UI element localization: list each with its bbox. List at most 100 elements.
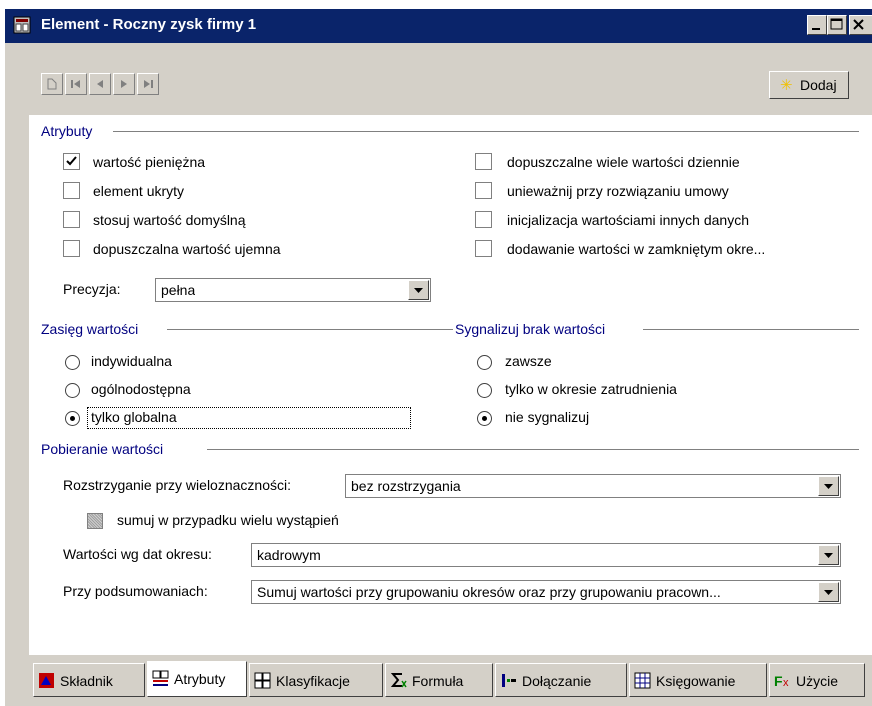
- chevron-down-icon: [824, 590, 833, 595]
- radio-no-signal[interactable]: [477, 411, 492, 426]
- checkbox-allow-negative[interactable]: [63, 240, 80, 257]
- checkbox-add-closed-period[interactable]: [475, 240, 492, 257]
- label-hidden-element: element ukryty: [93, 183, 185, 199]
- usage-icon: Fx: [774, 673, 789, 689]
- title-bar[interactable]: Element - Roczny zysk firmy 1: [5, 9, 872, 43]
- label-void-on-termination: unieważnij przy rozwiązaniu umowy: [507, 183, 729, 199]
- minimize-icon: [812, 28, 820, 30]
- window-title: Element - Roczny zysk firmy 1: [41, 16, 257, 33]
- summary-value: Sumuj wartości przy grupowaniu okresów o…: [257, 584, 721, 600]
- checkbox-sum-occurrences: [87, 513, 103, 529]
- close-button[interactable]: [849, 15, 872, 35]
- radio-global-only[interactable]: [65, 411, 80, 426]
- summary-label: Przy podsumowaniach:: [63, 583, 208, 599]
- precision-label: Precyzja:: [63, 281, 121, 297]
- label-monetary-value: wartość pieniężna: [93, 154, 206, 170]
- checkbox-monetary-value[interactable]: [63, 153, 80, 170]
- tab-label: Składnik: [60, 673, 113, 689]
- section-title-retrieval: Pobieranie wartości: [41, 441, 170, 457]
- radio-employment-period[interactable]: [477, 383, 492, 398]
- next-icon: [121, 80, 127, 88]
- separator: [167, 329, 453, 331]
- separator: [643, 329, 859, 331]
- label-no-signal: nie sygnalizuj: [505, 409, 590, 425]
- checkbox-use-default[interactable]: [63, 211, 80, 228]
- add-button[interactable]: ✳ Dodaj: [769, 71, 849, 99]
- chevron-down-icon: [824, 553, 833, 558]
- last-record-icon: [144, 80, 153, 88]
- dates-select[interactable]: kadrowym: [251, 543, 841, 567]
- app-icon: [13, 16, 31, 34]
- tab-component[interactable]: Składnik: [33, 663, 145, 697]
- section-title-scope: Zasięg wartości: [41, 321, 145, 337]
- dates-dropdown-button[interactable]: [818, 545, 839, 565]
- tab-attach[interactable]: Dołączanie: [495, 663, 627, 697]
- checkbox-void-on-termination[interactable]: [475, 182, 492, 199]
- sparkle-icon: ✳: [780, 77, 793, 94]
- new-record-icon: [47, 78, 57, 90]
- dates-label: Wartości wg dat okresu:: [63, 546, 212, 562]
- tab-classification[interactable]: Klasyfikacje: [249, 663, 383, 697]
- label-global-only: tylko globalna: [91, 409, 177, 425]
- toolbar: ✳ Dodaj: [5, 43, 872, 105]
- tab-label: Atrybuty: [174, 671, 226, 687]
- last-record-button[interactable]: [137, 73, 159, 95]
- svg-text:x: x: [783, 677, 789, 689]
- tab-label: Księgowanie: [656, 673, 736, 689]
- chevron-down-icon: [824, 484, 833, 489]
- tab-formula[interactable]: Formuła: [385, 663, 493, 697]
- tab-bar: Składnik Atrybuty Klasyfikacje Formuła D…: [29, 661, 872, 699]
- separator: [113, 131, 859, 133]
- tab-usage[interactable]: Fx Użycie: [769, 663, 865, 697]
- label-multiple-daily: dopuszczalne wiele wartości dziennie: [507, 154, 740, 170]
- separator: [207, 449, 859, 451]
- label-use-default: stosuj wartość domyślną: [93, 212, 246, 228]
- tab-accounting[interactable]: Księgowanie: [629, 663, 767, 697]
- checkbox-hidden-element[interactable]: [63, 182, 80, 199]
- attributes-panel: Atrybuty wartość pieniężna element ukryt…: [29, 115, 872, 655]
- check-icon: [66, 156, 77, 166]
- tab-label: Klasyfikacje: [276, 673, 350, 689]
- label-init-other-data: inicjalizacja wartościami innych danych: [507, 212, 749, 228]
- checkbox-init-other-data[interactable]: [475, 211, 492, 228]
- label-individual: indywidualna: [91, 353, 172, 369]
- classification-icon: [254, 672, 271, 689]
- previous-icon: [97, 80, 103, 88]
- radio-public[interactable]: [65, 383, 80, 398]
- accounting-icon: [634, 672, 651, 689]
- minimize-button[interactable]: [807, 15, 827, 35]
- tab-label: Dołączanie: [522, 673, 592, 689]
- tab-label: Użycie: [796, 673, 839, 689]
- attach-icon: [502, 674, 516, 687]
- section-title-attributes: Atrybuty: [41, 123, 99, 139]
- label-public: ogólnodostępna: [91, 381, 191, 397]
- precision-dropdown-button[interactable]: [408, 280, 429, 300]
- tab-attributes[interactable]: Atrybuty: [147, 661, 247, 697]
- next-record-button[interactable]: [113, 73, 135, 95]
- label-always: zawsze: [505, 353, 552, 369]
- close-icon: [853, 19, 864, 30]
- new-record-button[interactable]: [41, 73, 63, 95]
- svg-text:F: F: [774, 673, 783, 689]
- label-add-closed-period: dodawanie wartości w zamkniętym okre...: [507, 241, 766, 257]
- first-record-button[interactable]: [65, 73, 87, 95]
- radio-individual[interactable]: [65, 355, 80, 370]
- maximize-button[interactable]: [827, 15, 847, 35]
- summary-select[interactable]: Sumuj wartości przy grupowaniu okresów o…: [251, 580, 841, 604]
- element-window: Element - Roczny zysk firmy 1 ✳ Dodaj At…: [4, 8, 872, 706]
- previous-record-button[interactable]: [89, 73, 111, 95]
- ambiguity-label: Rozstrzyganie przy wieloznaczności:: [63, 477, 291, 493]
- summary-dropdown-button[interactable]: [818, 582, 839, 602]
- ambiguity-dropdown-button[interactable]: [818, 476, 839, 496]
- formula-icon: [390, 673, 407, 688]
- ambiguity-select[interactable]: bez rozstrzygania: [345, 474, 841, 498]
- attributes-icon: [152, 670, 169, 686]
- radio-always[interactable]: [477, 355, 492, 370]
- dates-value: kadrowym: [257, 547, 321, 563]
- precision-select[interactable]: pełna: [155, 278, 431, 302]
- label-sum-occurrences: sumuj w przypadku wielu wystąpień: [117, 512, 339, 528]
- first-record-icon: [71, 80, 80, 88]
- ambiguity-value: bez rozstrzygania: [351, 478, 461, 494]
- chevron-down-icon: [414, 288, 423, 293]
- checkbox-multiple-daily[interactable]: [475, 153, 492, 170]
